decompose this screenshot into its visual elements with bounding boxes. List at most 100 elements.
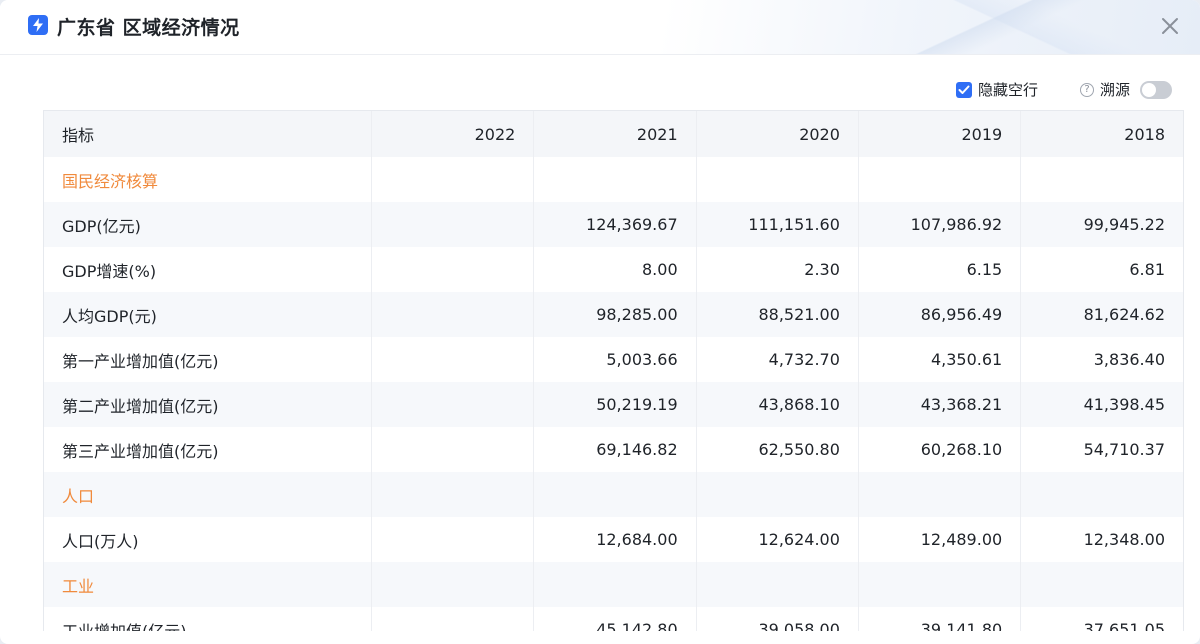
value-cell: 45,142.80 [533, 607, 697, 631]
table-row: 第二产业增加值(亿元) 50,219.19 43,868.10 43,368.21 41… [44, 382, 1183, 427]
value-cell: 62,550.80 [696, 427, 859, 472]
indicator-label: 第一产业增加值(亿元) [44, 337, 373, 382]
checkbox-checked-icon [956, 81, 972, 98]
value-cell: 98,285.00 [533, 292, 697, 337]
column-header-year: 2018 [1020, 111, 1183, 157]
indicator-label: 工业增加值(亿元) [44, 607, 373, 631]
value-cell: 60,268.10 [858, 427, 1022, 472]
table-row: 第一产业增加值(亿元) 5,003.66 4,732.70 4,350.61 3,836… [44, 337, 1183, 382]
value-cell: 39,058.00 [696, 607, 859, 631]
dialog-title: 广东省 区域经济情况 [57, 17, 240, 39]
value-cell [1021, 157, 1183, 202]
help-icon[interactable]: ? [1080, 82, 1094, 97]
value-cell: 12,348.00 [1083, 530, 1165, 549]
trace-toggle[interactable] [1140, 80, 1173, 99]
value-cell [371, 247, 535, 292]
value-cell: 81,624.62 [1020, 292, 1183, 337]
value-cell [533, 562, 697, 607]
value-cell: 43,868.10 [696, 382, 859, 427]
value-cell: 43,368.21 [858, 382, 1022, 427]
column-header-year: 2022 [371, 111, 535, 157]
column-header-year: 2020 [696, 111, 859, 157]
value-cell: 12,489.00 [858, 517, 1022, 562]
column-header-indicator: 指标 [44, 111, 373, 157]
section-row: 国民经济核算 [44, 157, 1183, 202]
table-row: 工业增加值(亿元) 45,142.80 39,058.00 39,141.80 37,6… [44, 607, 1183, 631]
value-cell: 12,684.00 [533, 517, 697, 562]
value-cell: 4,732.70 [696, 337, 859, 382]
value-cell: 6.81 [1129, 260, 1165, 279]
indicator-label: GDP增速(%) [44, 247, 373, 292]
value-cell [858, 472, 1022, 517]
value-cell: 86,956.49 [858, 292, 1022, 337]
section-row: 人口 [44, 472, 1183, 517]
value-cell [371, 607, 535, 631]
value-cell: 99,945.22 [1020, 202, 1183, 247]
value-cell: 39,141.80 [858, 607, 1022, 631]
table-row: GDP(亿元) 124,369.67 111,151.60 107,986.92 99,… [44, 202, 1183, 247]
toggle-knob [1142, 82, 1157, 97]
table-row: 第三产业增加值(亿元) 69,146.82 62,550.80 60,268.10 54… [44, 427, 1183, 472]
value-cell [371, 427, 535, 472]
dialog-header: 广东省 区域经济情况 [0, 0, 1200, 55]
table-row: GDP增速(%) 8.00 2.30 6.15 6.81 [44, 247, 1183, 292]
value-cell [1020, 472, 1183, 517]
value-cell [371, 202, 535, 247]
section-row: 工业 [44, 562, 1183, 607]
value-cell [371, 382, 535, 427]
header-decoration [880, 0, 1140, 54]
indicator-label: 人口(万人) [44, 517, 373, 562]
hide-empty-rows-checkbox[interactable]: 隐藏空行 [956, 79, 1038, 100]
value-cell [371, 472, 535, 517]
value-cell [696, 157, 859, 202]
value-cell: 50,219.19 [533, 382, 697, 427]
value-cell: 37,651.05 [1083, 620, 1165, 631]
value-cell [371, 562, 535, 607]
value-cell: 69,146.82 [533, 427, 697, 472]
value-cell [533, 472, 697, 517]
value-cell [858, 157, 1022, 202]
section-label: 人口 [44, 472, 373, 517]
table-toolbar: 隐藏空行 ? 溯源 [0, 76, 1200, 102]
column-header-year: 2021 [533, 111, 697, 157]
value-cell [858, 562, 1022, 607]
value-cell [533, 157, 697, 202]
value-cell: 41,398.45 [1020, 382, 1183, 427]
value-cell [696, 562, 859, 607]
value-cell [371, 292, 535, 337]
trace-label: 溯源 [1100, 81, 1131, 99]
value-cell: 54,710.37 [1083, 440, 1165, 459]
value-cell [1020, 562, 1183, 607]
value-cell [371, 157, 535, 202]
economy-table-container[interactable]: 指标 2022 2021 2020 2019 2018 国民经济核算 GDP(亿元… [43, 110, 1184, 631]
value-cell: 3,836.40 [1093, 350, 1165, 369]
indicator-label: GDP(亿元) [44, 202, 373, 247]
section-label: 工业 [44, 562, 373, 607]
table-row: 人均GDP(元) 98,285.00 88,521.00 86,956.49 81,62… [44, 292, 1183, 337]
value-cell: 2.30 [696, 247, 859, 292]
close-icon[interactable] [1158, 14, 1182, 38]
indicator-label: 第三产业增加值(亿元) [44, 427, 373, 472]
value-cell: 8.00 [533, 247, 697, 292]
trace-control: ? 溯源 [1080, 79, 1173, 100]
table-row: 人口(万人) 12,684.00 12,624.00 12,489.00 12,348.… [44, 517, 1183, 562]
value-cell [371, 337, 535, 382]
table-header-row: 指标 2022 2021 2020 2019 2018 [44, 111, 1183, 157]
economy-table: 指标 2022 2021 2020 2019 2018 国民经济核算 GDP(亿元… [44, 111, 1183, 631]
value-cell: 5,003.66 [533, 337, 697, 382]
section-label: 国民经济核算 [44, 157, 373, 202]
value-cell: 6.15 [858, 247, 1022, 292]
value-cell: 111,151.60 [696, 202, 859, 247]
indicator-label: 第二产业增加值(亿元) [44, 382, 373, 427]
value-cell: 12,624.00 [696, 517, 859, 562]
value-cell [371, 517, 535, 562]
table-body: 国民经济核算 GDP(亿元) 124,369.67 111,151.60 107,986… [44, 157, 1183, 631]
value-cell: 4,350.61 [858, 337, 1022, 382]
indicator-label: 人均GDP(元) [44, 292, 373, 337]
value-cell [696, 472, 859, 517]
value-cell: 88,521.00 [696, 292, 859, 337]
column-header-year: 2019 [858, 111, 1022, 157]
value-cell: 107,986.92 [858, 202, 1022, 247]
region-economy-dialog: 广东省 区域经济情况 隐藏空行 ? 溯源 指标 2022 2021 2020 2… [0, 0, 1200, 644]
value-cell: 124,369.67 [533, 202, 697, 247]
